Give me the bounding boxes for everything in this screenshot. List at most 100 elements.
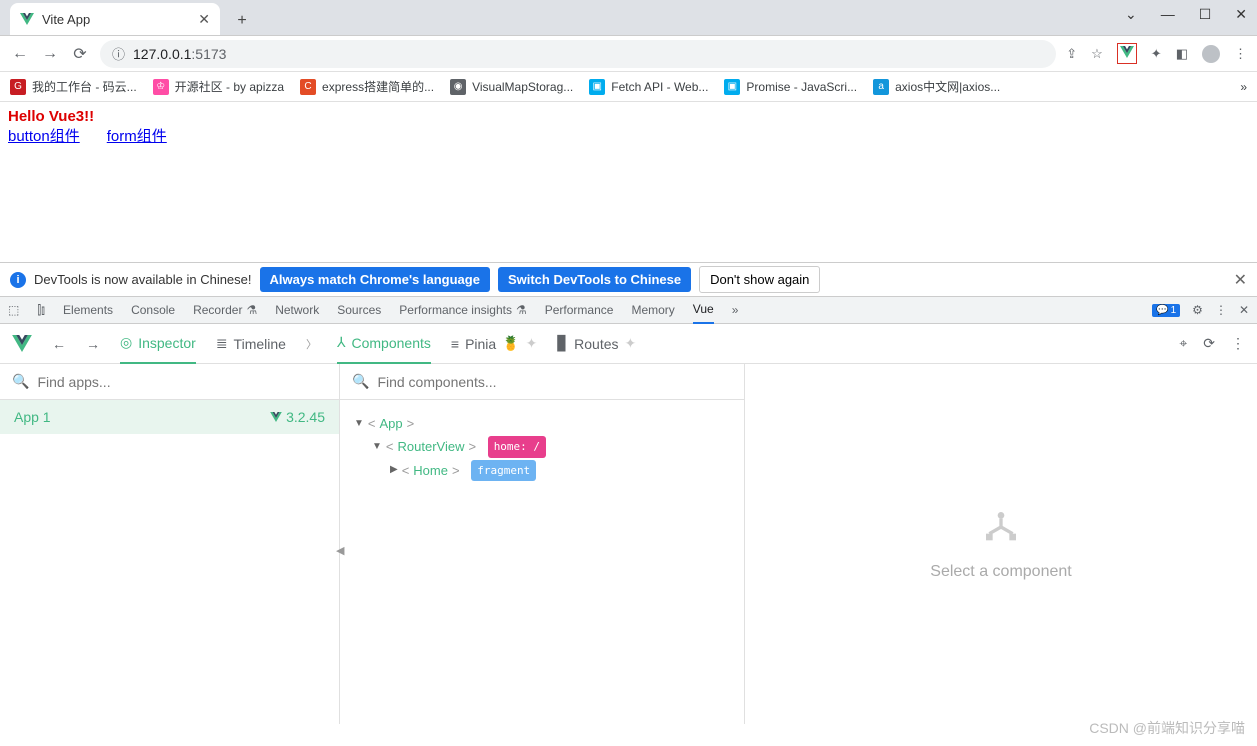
- side-panel-icon[interactable]: ◧: [1176, 46, 1188, 62]
- tree-node-app[interactable]: ▼<App>: [354, 412, 730, 435]
- search-icon: 🔍: [352, 373, 369, 390]
- minimize-button[interactable]: ―: [1161, 6, 1175, 23]
- vue-favicon-icon: [20, 12, 34, 26]
- vue-icon: [270, 412, 282, 422]
- window-controls: ⌄ ― ☐ ✕: [1125, 6, 1247, 23]
- components-search[interactable]: 🔍: [340, 364, 744, 400]
- switch-language-button[interactable]: Switch DevTools to Chinese: [498, 267, 691, 292]
- tab-vue[interactable]: Vue: [693, 296, 714, 324]
- plugin-icon: ✦: [526, 335, 538, 352]
- notice-close-icon[interactable]: ✕: [1234, 270, 1247, 290]
- tab-network[interactable]: Network: [275, 303, 319, 317]
- share-icon[interactable]: ⇪: [1066, 46, 1077, 62]
- chevron-right-icon: 〉: [306, 336, 317, 352]
- bookmark-item[interactable]: ♔开源社区 - by apizza: [153, 78, 284, 95]
- reload-button[interactable]: ⟳: [70, 44, 90, 64]
- fragment-badge: fragment: [471, 460, 536, 482]
- tab-title: Vite App: [42, 12, 90, 27]
- url-host: 127.0.0.1: [133, 46, 191, 62]
- browser-menu-icon[interactable]: ⋮: [1234, 46, 1247, 62]
- timeline-icon: ≣: [216, 335, 228, 352]
- app-version-text: 3.2.45: [286, 409, 325, 425]
- tree-node-routerview[interactable]: ▼<RouterView> home: /: [354, 435, 730, 458]
- vdt-tab-routes[interactable]: ▊Routes ✦: [557, 324, 636, 364]
- link-button-component[interactable]: button组件: [8, 128, 80, 145]
- bookmarks-bar: G我的工作台 - 码云... ♔开源社区 - by apizza Cexpres…: [0, 72, 1257, 102]
- extensions-icon[interactable]: ✦: [1151, 46, 1162, 62]
- tab-close-icon[interactable]: ✕: [198, 11, 210, 28]
- vue-devtools-extension-icon[interactable]: [1117, 43, 1137, 64]
- vue-logo-icon: [12, 335, 32, 352]
- tab-recorder[interactable]: Recorder ⚗: [193, 303, 257, 317]
- apps-search[interactable]: 🔍: [0, 364, 339, 400]
- refresh-icon[interactable]: ⟳: [1203, 335, 1215, 352]
- flask-icon: ⚗: [246, 303, 257, 317]
- locate-icon[interactable]: ⌖: [1179, 335, 1187, 352]
- back-button[interactable]: ←: [10, 44, 30, 64]
- bookmarks-overflow-icon[interactable]: »: [1240, 80, 1247, 94]
- page-content: Hello Vue3!! button组件 form组件: [0, 102, 1257, 262]
- messages-badge[interactable]: 💬 1: [1152, 304, 1180, 317]
- resize-handle-icon[interactable]: ◀: [336, 544, 344, 557]
- settings-gear-icon[interactable]: ⚙: [1192, 303, 1203, 317]
- watermark-text: CSDN @前端知识分享喵: [1089, 718, 1245, 738]
- tab-sources[interactable]: Sources: [337, 303, 381, 317]
- more-menu-icon[interactable]: ⋮: [1231, 335, 1245, 352]
- search-icon: 🔍: [12, 373, 29, 390]
- tabs-overflow-icon[interactable]: »: [732, 303, 739, 317]
- devtools-close-icon[interactable]: ✕: [1239, 303, 1249, 317]
- routes-icon: ▊: [557, 335, 568, 352]
- bookmark-item[interactable]: ▣Fetch API - Web...: [589, 79, 708, 95]
- maximize-button[interactable]: ☐: [1199, 6, 1212, 23]
- device-toolbar-icon[interactable]: ⫿⫾: [37, 303, 45, 318]
- devtools-language-notice: i DevTools is now available in Chinese! …: [0, 262, 1257, 296]
- devtools-menu-icon[interactable]: ⋮: [1215, 303, 1227, 317]
- apps-search-input[interactable]: [37, 374, 327, 390]
- components-search-input[interactable]: [377, 374, 732, 390]
- inspect-element-icon[interactable]: ⬚: [8, 303, 19, 317]
- forward-button[interactable]: →: [40, 44, 60, 64]
- caret-right-icon[interactable]: ▶: [390, 461, 398, 479]
- toolbar-right: ⇪ ☆ ✦ ◧ ⋮: [1066, 43, 1247, 64]
- browser-tab[interactable]: Vite App ✕: [10, 3, 220, 35]
- bookmark-item[interactable]: ◉VisualMapStorag...: [450, 79, 573, 95]
- tree-node-home[interactable]: ▶<Home> fragment: [354, 459, 730, 482]
- bookmark-item[interactable]: Cexpress搭建简单的...: [300, 78, 434, 95]
- caret-down-icon[interactable]: ▼: [354, 415, 364, 433]
- tab-performance[interactable]: Performance: [545, 303, 614, 317]
- chevron-down-icon[interactable]: ⌄: [1125, 6, 1137, 23]
- select-component-prompt: Select a component: [930, 563, 1071, 581]
- dont-show-again-button[interactable]: Don't show again: [699, 266, 820, 293]
- pinia-emoji-icon: 🍍: [502, 335, 519, 352]
- bookmark-star-icon[interactable]: ☆: [1091, 46, 1103, 62]
- component-tree: ▼<App> ▼<RouterView> home: / ▶<Home> fra…: [340, 400, 744, 494]
- info-icon: i: [10, 272, 26, 288]
- tab-memory[interactable]: Memory: [631, 303, 674, 317]
- link-form-component[interactable]: form组件: [107, 128, 167, 145]
- bookmark-item[interactable]: aaxios中文网|axios...: [873, 78, 1000, 95]
- tab-console[interactable]: Console: [131, 303, 175, 317]
- vdt-tab-pinia[interactable]: ≡Pinia 🍍 ✦: [451, 324, 537, 364]
- vdt-tab-timeline[interactable]: ≣Timeline: [216, 324, 286, 364]
- new-tab-button[interactable]: +: [228, 7, 256, 35]
- tab-performance-insights[interactable]: Performance insights ⚗: [399, 303, 526, 317]
- app-list-item[interactable]: App 1 3.2.45: [0, 400, 339, 434]
- history-back-icon[interactable]: ←: [52, 336, 66, 352]
- vue-devtools-body: 🔍 App 1 3.2.45 ◀ 🔍 ▼<App> ▼<RouterView> …: [0, 364, 1257, 724]
- vdt-tab-components[interactable]: ⅄Components: [337, 324, 431, 364]
- bookmark-item[interactable]: ▣Promise - JavaScri...: [724, 79, 857, 95]
- history-forward-icon[interactable]: →: [86, 336, 100, 352]
- profile-avatar-icon[interactable]: [1202, 45, 1220, 63]
- app-name: App 1: [14, 409, 51, 425]
- caret-down-icon[interactable]: ▼: [372, 438, 382, 456]
- flask-icon: ⚗: [516, 303, 527, 317]
- close-button[interactable]: ✕: [1235, 6, 1247, 23]
- bookmark-item[interactable]: G我的工作台 - 码云...: [10, 78, 137, 95]
- vdt-tab-inspector[interactable]: ◎Inspector: [120, 324, 196, 364]
- tab-elements[interactable]: Elements: [63, 303, 113, 317]
- browser-tab-strip: Vite App ✕ +: [0, 0, 1257, 36]
- always-match-language-button[interactable]: Always match Chrome's language: [260, 267, 490, 292]
- vue-devtools-toolbar: ← → ◎Inspector ≣Timeline 〉 ⅄Components ≡…: [0, 324, 1257, 364]
- address-bar[interactable]: ⓘ 127.0.0.1:5173: [100, 40, 1056, 68]
- site-info-icon[interactable]: ⓘ: [112, 44, 125, 63]
